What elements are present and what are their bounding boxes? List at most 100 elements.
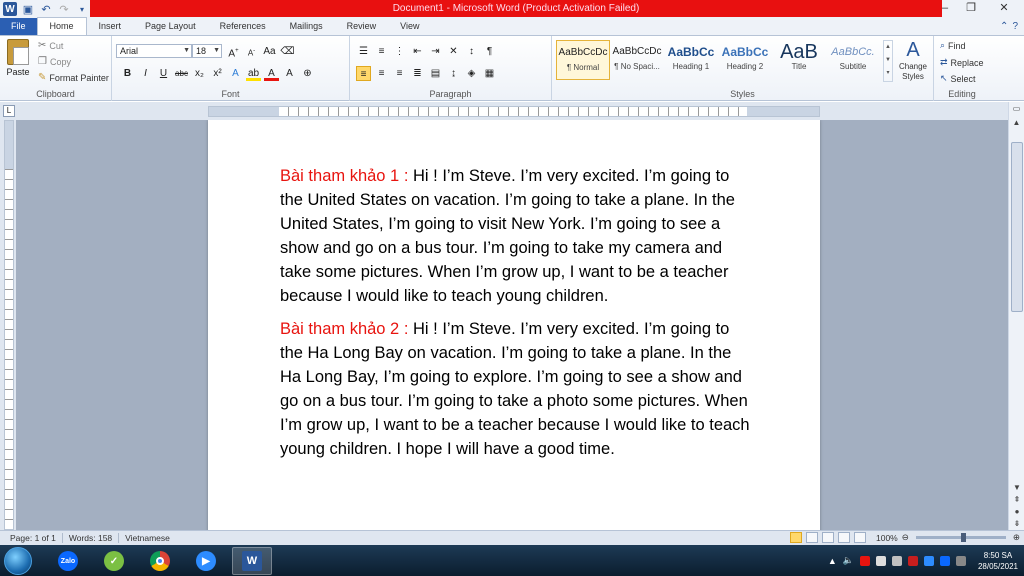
style-no-spacing[interactable]: AaBbCcDc ¶ No Spaci... — [610, 40, 664, 80]
superscript-icon[interactable]: x² — [210, 66, 225, 81]
numbering-icon[interactable]: ≡ — [374, 44, 389, 59]
view-ruler-icon[interactable]: ▭ — [1009, 102, 1024, 116]
tab-insert[interactable]: Insert — [87, 18, 134, 35]
keyboard-icon[interactable] — [955, 555, 966, 566]
text-effects-icon[interactable]: A — [228, 66, 243, 81]
font-size-select[interactable]: 18 ▼ — [192, 44, 222, 58]
zoom-out-icon[interactable]: ⊖ — [902, 532, 909, 543]
character-shading-icon[interactable]: A — [282, 66, 297, 81]
replace-button[interactable]: ⇄ Replace — [940, 57, 984, 68]
volume-icon[interactable]: 🔈 — [843, 555, 854, 566]
shading-icon[interactable]: ◈ — [464, 66, 479, 81]
style-heading-1[interactable]: AaBbCc Heading 1 — [664, 40, 718, 80]
subscript-icon[interactable]: x₂ — [192, 66, 207, 81]
bullets-icon[interactable]: ☰ — [356, 44, 371, 59]
paragraph[interactable]: Bài tham khảo 2 : Hi ! I’m Steve. I’m ve… — [280, 317, 750, 461]
paste-button[interactable]: Paste — [4, 39, 32, 77]
font-name-select[interactable]: Arial ▼ — [116, 44, 192, 58]
print-layout-view-icon[interactable] — [790, 532, 802, 543]
bold-icon[interactable]: B — [120, 66, 135, 81]
style-subtitle[interactable]: AaBbCc. Subtitle — [826, 40, 880, 80]
taskbar-app-word[interactable]: W — [232, 547, 272, 575]
flag-icon[interactable] — [875, 555, 886, 566]
cut-button[interactable]: ✂ Cut — [38, 40, 63, 51]
word-count[interactable]: Words: 158 — [63, 533, 120, 543]
style-normal[interactable]: AaBbCcDc ¶ Normal — [556, 40, 610, 80]
tab-mailings[interactable]: Mailings — [278, 18, 335, 35]
next-page-icon[interactable]: ⇟ — [1009, 518, 1024, 530]
maximize-icon[interactable]: ❐ — [958, 0, 984, 17]
show-hidden-icons-icon[interactable]: ▲ — [828, 556, 837, 566]
undo-icon[interactable]: ↶ — [38, 2, 54, 16]
help-icon[interactable]: ? — [1012, 21, 1018, 32]
shrink-font-icon[interactable]: A- — [244, 44, 259, 59]
vertical-ruler[interactable] — [4, 120, 14, 530]
scroll-down-icon[interactable]: ▼ — [1009, 482, 1024, 494]
styles-scroll[interactable]: ▲ ▼ ▾ — [883, 40, 893, 82]
document-body[interactable]: Bài tham khảo 1 : Hi ! I’m Steve. I’m ve… — [280, 164, 750, 470]
outline-view-icon[interactable] — [838, 532, 850, 543]
change-case-icon[interactable]: Aa — [262, 44, 277, 59]
zoom-slider[interactable] — [915, 533, 1006, 542]
zalo-tray-icon[interactable] — [939, 555, 950, 566]
underline-icon[interactable]: U — [156, 66, 171, 81]
customize-qat-icon[interactable]: ▾ — [74, 2, 90, 16]
tab-selector[interactable]: L — [3, 105, 15, 117]
tab-review[interactable]: Review — [335, 18, 389, 35]
start-button[interactable] — [4, 547, 32, 575]
taskbar-app-zoom[interactable]: ▶ — [186, 547, 226, 575]
tab-file[interactable]: File — [0, 18, 37, 35]
asian-layout-icon[interactable]: ✕ — [446, 44, 461, 59]
web-layout-icon[interactable] — [822, 532, 834, 543]
line-spacing-icon[interactable]: ↨ — [446, 66, 461, 81]
security-icon[interactable] — [907, 555, 918, 566]
align-left-icon[interactable]: ≡ — [356, 66, 371, 81]
zoom-in-icon[interactable]: ⊕ — [1013, 532, 1020, 543]
paragraph[interactable]: Bài tham khảo 1 : Hi ! I’m Steve. I’m ve… — [280, 164, 750, 308]
taskbar-app-chrome[interactable] — [140, 547, 180, 575]
scroll-up-icon[interactable]: ▲ — [1009, 116, 1024, 130]
copy-button[interactable]: ❐ Copy — [38, 56, 71, 67]
increase-indent-icon[interactable]: ⇥ — [428, 44, 443, 59]
browse-object-icon[interactable]: ● — [1009, 506, 1024, 518]
taskbar-app-coccoc[interactable]: ✓ — [94, 547, 134, 575]
align-right-icon[interactable]: ≡ — [392, 66, 407, 81]
close-icon[interactable]: ✕ — [984, 0, 1024, 17]
clear-formatting-icon[interactable]: ⌫ — [280, 44, 295, 59]
redo-icon[interactable]: ↷ — [56, 2, 72, 16]
find-button[interactable]: ⌕ Find — [940, 40, 966, 51]
select-button[interactable]: ↖ Select — [940, 73, 976, 84]
enclose-character-icon[interactable]: ⊕ — [300, 66, 315, 81]
clock[interactable]: 8:50 SA 28/05/2021 — [978, 550, 1018, 572]
borders-icon[interactable]: ▦ — [482, 66, 497, 81]
draft-view-icon[interactable] — [854, 532, 866, 543]
align-center-icon[interactable]: ≡ — [374, 66, 389, 81]
grow-font-icon[interactable]: A+ — [226, 44, 241, 59]
full-screen-reading-icon[interactable] — [806, 532, 818, 543]
page-count[interactable]: Page: 1 of 1 — [4, 533, 63, 543]
network-icon[interactable] — [891, 555, 902, 566]
justify-icon[interactable]: ≣ — [410, 66, 425, 81]
tab-view[interactable]: View — [388, 18, 431, 35]
font-color-icon[interactable]: A — [264, 66, 279, 81]
document-page[interactable]: Bài tham khảo 1 : Hi ! I’m Steve. I’m ve… — [208, 120, 820, 530]
language-indicator[interactable]: Vietnamese — [119, 533, 176, 543]
zoom-level[interactable]: 100% — [876, 533, 898, 543]
tab-references[interactable]: References — [208, 18, 278, 35]
sort-icon[interactable]: ↕ — [464, 44, 479, 59]
italic-icon[interactable]: I — [138, 66, 153, 81]
show-formatting-icon[interactable]: ¶ — [482, 44, 497, 59]
distributed-icon[interactable]: ▤ — [428, 66, 443, 81]
multilevel-list-icon[interactable]: ⋮ — [392, 44, 407, 59]
decrease-indent-icon[interactable]: ⇤ — [410, 44, 425, 59]
highlight-icon[interactable]: ab — [246, 66, 261, 81]
taskbar-app-zalo[interactable]: Zalo — [48, 547, 88, 575]
tab-home[interactable]: Home — [36, 17, 87, 35]
tab-page-layout[interactable]: Page Layout — [133, 18, 208, 35]
vertical-scrollbar[interactable]: ▭ ▲ ▼ ⇞ ● ⇟ — [1008, 102, 1024, 530]
style-heading-2[interactable]: AaBbCc Heading 2 — [718, 40, 772, 80]
style-title[interactable]: AaB Title — [772, 40, 826, 80]
word-app-icon[interactable]: W — [2, 2, 18, 16]
save-icon[interactable]: ▣ — [20, 2, 36, 16]
vivaldi-icon[interactable] — [859, 555, 870, 566]
